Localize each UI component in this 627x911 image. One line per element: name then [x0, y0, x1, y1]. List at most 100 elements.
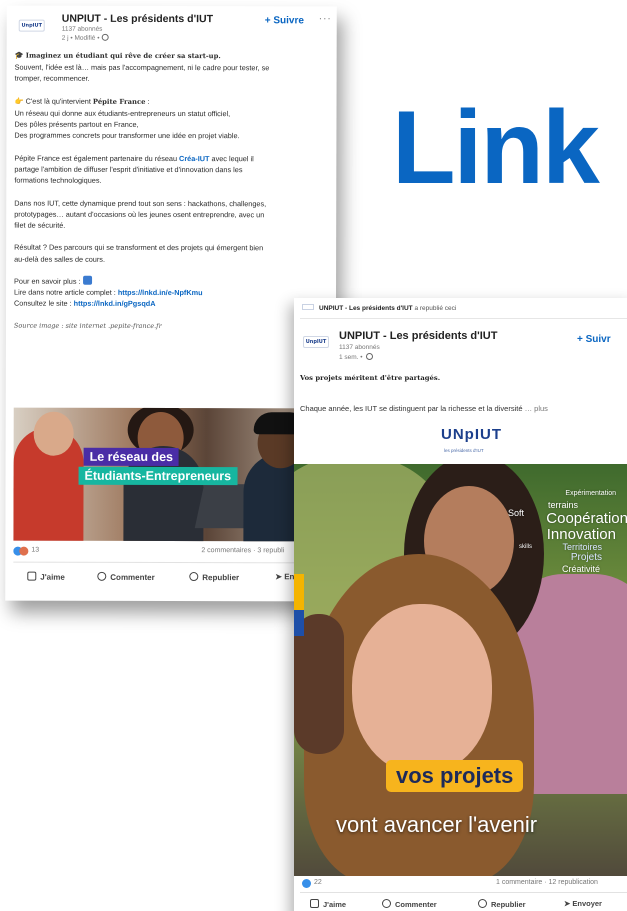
word: Soft: [507, 508, 524, 518]
reaction-count[interactable]: 13: [31, 547, 39, 554]
article-prefix: Lire dans notre article complet :: [14, 287, 118, 298]
learn-more-label: Pour en savoir plus :: [14, 276, 81, 286]
follower-count: 1137 abonnés: [61, 25, 103, 33]
unpiut-mini-logo: [302, 304, 314, 310]
unpiut-brand-tagline: les présidents d'IUT: [444, 448, 484, 453]
body-line: filet de sécurité.: [14, 220, 66, 230]
post-body: 🎓 Imaginez un étudiant qui rêve de créer…: [14, 50, 333, 333]
reaction-icons[interactable]: [13, 546, 29, 556]
reaction-count[interactable]: 22: [314, 879, 322, 886]
word: Coopération: [546, 510, 627, 527]
post-image[interactable]: Le réseau des Étudiants-Entrepreneurs: [13, 407, 336, 542]
word: skills: [519, 544, 532, 550]
word: Innovation: [546, 526, 616, 543]
divider: [300, 318, 627, 319]
like-label: J'aime: [323, 900, 347, 909]
send-icon: ➤: [275, 572, 285, 582]
comment-icon: [97, 571, 107, 581]
repost-label: Republier: [202, 573, 240, 583]
partner-suffix: avec lequel il: [209, 153, 254, 164]
comment-icon: [382, 899, 391, 908]
comment-button[interactable]: Commenter: [97, 571, 155, 582]
word: Projets: [570, 552, 602, 563]
send-button[interactable]: ➤ Envoyer: [564, 899, 602, 908]
unpiut-logo[interactable]: UnpIUT: [18, 19, 45, 32]
reposter-name[interactable]: UNPIUT - Les présidents d'IUT: [319, 305, 413, 312]
post-actions: J'aime Commenter Republier ➤ Env: [13, 571, 337, 589]
author-name[interactable]: UNPIUT - Les présidents d'IUT: [62, 13, 213, 25]
like-reaction-icon[interactable]: [302, 879, 311, 888]
post-image[interactable]: Expérimentation terrains Soft Coopératio…: [294, 464, 627, 876]
link-emoji-icon: [82, 275, 92, 285]
like-label: J'aime: [40, 572, 65, 582]
image-tagline: vont avancer l'avenir: [336, 812, 538, 837]
comment-button[interactable]: Commenter: [382, 899, 437, 909]
post-meta: 1 sem. •: [339, 353, 374, 361]
accent-tab: [294, 574, 304, 610]
linkedin-wordmark: Link: [392, 90, 600, 206]
comment-label: Commenter: [110, 572, 155, 582]
unpiut-logo[interactable]: UnpIUT: [303, 336, 329, 348]
repost-header: UNPIUT - Les présidents d'IUT a republié…: [302, 304, 456, 312]
word: Créativité: [561, 564, 600, 574]
accent-tab: [294, 610, 304, 636]
repost-icon: [189, 572, 199, 582]
pepite-brand: Pépite France: [92, 97, 146, 106]
send-label: Envoyer: [572, 899, 602, 908]
partner-prefix: Pépite France est également partenaire d…: [14, 153, 180, 163]
divider: [300, 892, 627, 893]
article-link[interactable]: https://lnkd.in/e-NpfKmu: [118, 288, 203, 297]
author-name[interactable]: UNPIUT - Les présidents d'IUT: [339, 330, 497, 342]
post-headline: Vos projets méritent d'être partagés.: [300, 374, 441, 382]
vos-projets-badge: vos projets: [386, 760, 524, 792]
image-banner-line2: Étudiants-Entrepreneurs: [78, 466, 238, 486]
post-stats: 13 2 commentaires · 3 republi: [13, 546, 335, 561]
body-line: au-delà des salles de cours.: [14, 254, 105, 264]
post-time: 1 sem. •: [339, 354, 363, 361]
post-title-line: Imaginez un étudiant qui rêve de créer s…: [25, 51, 221, 61]
repost-icon: [478, 899, 487, 908]
graduation-cap-icon: 🎓: [14, 50, 24, 60]
site-prefix: Consultez le site :: [13, 298, 74, 309]
post-meta: 2 j • Modifié •: [61, 33, 109, 42]
post-header: UnpIUT UNPIUT - Les présidents d'IUT 113…: [7, 6, 337, 43]
body-line: Des pôles présents partout en France,: [14, 119, 139, 130]
globe-icon: [101, 33, 109, 41]
word-cloud: Expérimentation terrains Soft Coopératio…: [490, 486, 627, 596]
follow-button[interactable]: + Suivr: [577, 334, 611, 345]
person-shape: [352, 604, 492, 774]
more-options-icon[interactable]: ···: [319, 13, 332, 24]
see-more-link[interactable]: … plus: [525, 404, 548, 413]
body-line: tromper, recommencer.: [14, 73, 90, 84]
post-card-projets: UNPIUT - Les présidents d'IUT a republié…: [294, 298, 627, 911]
repost-button[interactable]: Republier: [478, 899, 526, 909]
word: Territoires: [562, 542, 602, 552]
like-button[interactable]: J'aime: [27, 571, 65, 582]
body-line: Des programmes concrets pour transformer…: [14, 130, 240, 141]
thumbs-up-icon: [310, 899, 319, 908]
post-text: Chaque année, les IUT se distinguent par…: [300, 404, 548, 413]
comments-count[interactable]: 2 commentaires · 3 republi: [201, 547, 284, 554]
comment-label: Commenter: [395, 900, 437, 909]
body-line: partage l'ambition de diffuser l'esprit …: [14, 164, 243, 175]
unpiut-brand-logo: UNpIUT: [441, 426, 502, 443]
comments-count[interactable]: 1 commentaire · 12 republication: [496, 879, 598, 886]
body-line: Souvent, l'idée est là… mais pas l'accom…: [14, 62, 270, 73]
post-text-body: Chaque année, les IUT se distinguent par…: [300, 404, 523, 413]
body-line: Un réseau qui donne aux étudiants-entrep…: [14, 108, 231, 119]
follow-button[interactable]: + Suivre: [265, 15, 304, 26]
pointing-hand-icon: 👉: [14, 96, 24, 106]
repost-button[interactable]: Republier: [189, 572, 239, 582]
post-actions: J'aime Commenter Republier ➤ Envoyer: [302, 899, 627, 911]
body-line: Résultat ? Des parcours qui se transform…: [14, 242, 264, 253]
crea-iut-link[interactable]: Créa-IUT: [179, 154, 209, 163]
intro-prefix: C'est là qu'intervient: [25, 96, 93, 106]
body-line: prototypages… autant d'occasions où les …: [14, 209, 265, 220]
person-shape: [33, 411, 74, 456]
repost-suffix: a republié ceci: [412, 305, 457, 312]
post-time: 2 j • Modifié •: [61, 34, 100, 42]
intro-suffix: :: [145, 96, 150, 106]
like-button[interactable]: J'aime: [310, 899, 346, 909]
site-link[interactable]: https://lnkd.in/gPgsqdA: [74, 299, 156, 308]
image-banner-line1: Le réseau des: [83, 447, 180, 467]
